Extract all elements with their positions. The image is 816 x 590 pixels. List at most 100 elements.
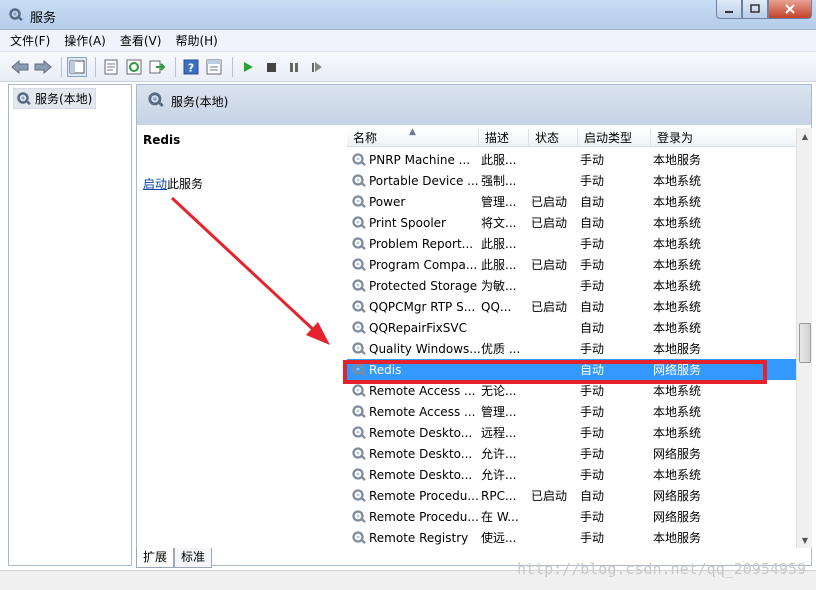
service-gear-icon: [352, 236, 366, 250]
cell-startup-type: 自动: [580, 489, 605, 503]
column-header-name[interactable]: ▲ 名称: [347, 127, 479, 147]
table-row[interactable]: Program Compa... 此服... 已启动 手动 本地系统: [347, 254, 797, 275]
cell-startup-type: 手动: [580, 510, 605, 524]
scroll-down-icon[interactable]: ▼: [797, 532, 813, 548]
service-gear-icon: [352, 152, 366, 166]
cell-log-on-as: 本地服务: [653, 342, 702, 356]
table-row[interactable]: Remote Access ... 无论... 手动 本地系统: [347, 380, 797, 401]
main-header: 服务(本地): [137, 85, 811, 125]
cell-status: 已启动: [531, 489, 568, 503]
back-button[interactable]: [10, 57, 30, 77]
table-row[interactable]: QQRepairFixSVC 自动 本地系统: [347, 317, 797, 338]
menu-help[interactable]: 帮助(H): [175, 32, 217, 49]
table-row[interactable]: Remote Procedu... RPC... 已启动 自动 网络服务: [347, 485, 797, 506]
service-gear-icon: [352, 362, 366, 376]
table-row[interactable]: Remote Deskto... 远程... 手动 本地系统: [347, 422, 797, 443]
table-row[interactable]: Remote Access ... 管理... 手动 本地系统: [347, 401, 797, 422]
cell-log-on-as: 本地系统: [653, 216, 702, 230]
view-tabs: 扩展 标准: [136, 548, 213, 568]
column-header-description[interactable]: 描述: [479, 129, 529, 147]
table-row[interactable]: Portable Device ... 强制... 手动 本地系统: [347, 170, 797, 191]
properties-button[interactable]: [101, 57, 121, 77]
vertical-scrollbar[interactable]: ▲ ▼: [796, 128, 812, 548]
services-gear-icon: [17, 91, 31, 105]
table-row[interactable]: Problem Report... 此服... 手动 本地系统: [347, 233, 797, 254]
cell-log-on-as: 本地系统: [653, 237, 702, 251]
cell-description: 为敏...: [481, 279, 517, 293]
table-row[interactable]: Remote Deskto... 允许... 手动 本地系统: [347, 464, 797, 485]
stop-button[interactable]: [261, 57, 281, 77]
cell-log-on-as: 本地系统: [653, 321, 702, 335]
service-gear-icon: [352, 509, 366, 523]
cell-startup-type: 手动: [580, 468, 605, 482]
cell-startup-type: 手动: [580, 342, 605, 356]
table-row[interactable]: Redis 自动 网络服务: [347, 359, 797, 380]
scrollbar-thumb[interactable]: [799, 323, 811, 363]
column-header-log-on-as[interactable]: 登录为: [651, 129, 797, 147]
start-service-link[interactable]: 启动: [143, 177, 167, 191]
tab-extended[interactable]: 扩展: [136, 548, 175, 568]
table-row[interactable]: Quality Windows... 优质 ... 手动 本地服务: [347, 338, 797, 359]
cell-startup-type: 手动: [580, 174, 605, 188]
service-gear-icon: [352, 404, 366, 418]
column-header-status[interactable]: 状态: [529, 129, 578, 147]
start-icon: [244, 61, 253, 72]
cell-log-on-as: 本地系统: [653, 174, 702, 188]
cell-name: Remote Access ...: [369, 383, 476, 398]
help-icon: ?: [183, 59, 199, 74]
service-gear-icon: [352, 341, 366, 355]
pause-button[interactable]: [284, 57, 304, 77]
cell-status: 已启动: [531, 216, 568, 230]
table-row[interactable]: Remote Deskto... 允许... 手动 网络服务: [347, 443, 797, 464]
scroll-up-icon[interactable]: ▲: [797, 128, 813, 144]
export-button[interactable]: [147, 57, 167, 77]
refresh-button[interactable]: [124, 57, 144, 77]
table-row[interactable]: Remote Registry 使远... 手动 本地服务: [347, 527, 797, 548]
cell-startup-type: 手动: [580, 447, 605, 461]
menu-file[interactable]: 文件(F): [10, 32, 50, 49]
cell-log-on-as: 本地系统: [653, 195, 702, 209]
table-row[interactable]: QQPCMgr RTP S... QQ... 已启动 自动 本地系统: [347, 296, 797, 317]
menu-view[interactable]: 查看(V): [120, 32, 162, 49]
cell-description: 远程...: [481, 426, 517, 440]
cell-name: Remote Deskto...: [369, 446, 473, 461]
help-button[interactable]: ?: [181, 57, 201, 77]
table-row[interactable]: Remote Procedu... 在 W... 手动 网络服务: [347, 506, 797, 527]
cell-startup-type: 自动: [580, 195, 605, 209]
tree-item-label: 服务(本地): [35, 92, 93, 106]
forward-button[interactable]: [33, 57, 53, 77]
cell-description: 无论...: [481, 384, 517, 398]
cell-log-on-as: 本地系统: [653, 300, 702, 314]
cell-name: Quality Windows...: [369, 341, 481, 356]
cell-startup-type: 自动: [580, 300, 605, 314]
cell-startup-type: 手动: [580, 384, 605, 398]
cell-status: 已启动: [531, 300, 568, 314]
table-row[interactable]: Protected Storage 为敏... 手动 本地系统: [347, 275, 797, 296]
service-gear-icon: [352, 194, 366, 208]
maximize-button[interactable]: [742, 0, 768, 19]
console-tree-icon: [69, 60, 85, 73]
table-row[interactable]: PNRP Machine ... 此服... 手动 本地服务: [347, 149, 797, 170]
cell-status: 已启动: [531, 195, 568, 209]
column-header-startup-type[interactable]: 启动类型: [578, 129, 651, 147]
toolbar-separator: [232, 56, 233, 77]
console-tree-button[interactable]: [67, 56, 87, 77]
minimize-icon: [725, 11, 733, 13]
menu-action[interactable]: 操作(A): [64, 32, 106, 49]
minimize-button[interactable]: [716, 0, 742, 19]
restart-button[interactable]: [307, 57, 327, 77]
cell-log-on-as: 本地服务: [653, 153, 702, 167]
tree-item-services-local[interactable]: 服务(本地): [13, 88, 97, 109]
services-rows: PNRP Machine ... 此服... 手动 本地服务 Portable Devi…: [347, 149, 797, 548]
cell-name: Problem Report...: [369, 236, 474, 251]
cell-log-on-as: 本地系统: [653, 279, 702, 293]
service-gear-icon: [352, 530, 366, 544]
services-gear-icon: [9, 8, 23, 22]
description-pane: Redis 启动此服务: [137, 125, 347, 549]
table-row[interactable]: Print Spooler 将文... 已启动 自动 本地系统: [347, 212, 797, 233]
start-button[interactable]: [238, 57, 258, 77]
show-hide-button[interactable]: [204, 57, 224, 77]
tab-standard[interactable]: 标准: [174, 548, 213, 568]
close-button[interactable]: [768, 0, 812, 19]
table-row[interactable]: Power 管理... 已启动 自动 本地系统: [347, 191, 797, 212]
